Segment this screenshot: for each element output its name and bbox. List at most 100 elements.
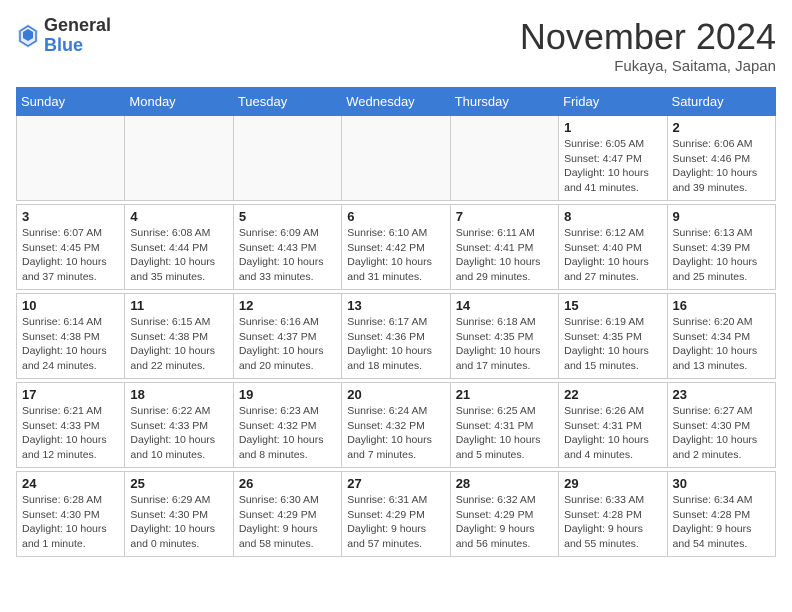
day-number: 16: [673, 298, 770, 313]
logo-blue-text: Blue: [44, 36, 111, 56]
day-number: 6: [347, 209, 444, 224]
calendar-week-5: 24 Sunrise: 6:28 AM Sunset: 4:30 PM Dayli…: [17, 472, 776, 557]
day-info: Sunrise: 6:14 AM Sunset: 4:38 PM Dayligh…: [22, 315, 119, 374]
calendar-week-2: 3 Sunrise: 6:07 AM Sunset: 4:45 PM Daylig…: [17, 205, 776, 290]
day-info: Sunrise: 6:12 AM Sunset: 4:40 PM Dayligh…: [564, 226, 661, 285]
calendar-cell: 13 Sunrise: 6:17 AM Sunset: 4:36 PM Dayli…: [342, 294, 450, 379]
day-number: 1: [564, 120, 661, 135]
logo-icon: [16, 22, 40, 50]
day-number: 18: [130, 387, 227, 402]
calendar-cell: 11Sunrise: 6:15 AM Sunset: 4:38 PM Dayli…: [125, 294, 233, 379]
day-info: Sunrise: 6:33 AM Sunset: 4:28 PM Dayligh…: [564, 493, 661, 552]
day-info: Sunrise: 6:20 AM Sunset: 4:34 PM Dayligh…: [673, 315, 770, 374]
day-info: Sunrise: 6:15 AM Sunset: 4:38 PM Dayligh…: [130, 315, 227, 374]
day-info: Sunrise: 6:28 AM Sunset: 4:30 PM Dayligh…: [22, 493, 119, 552]
location: Fukaya, Saitama, Japan: [520, 58, 776, 75]
day-info: Sunrise: 6:21 AM Sunset: 4:33 PM Dayligh…: [22, 404, 119, 463]
day-number: 4: [130, 209, 227, 224]
calendar-cell: 29 Sunrise: 6:33 AM Sunset: 4:28 PM Dayli…: [559, 472, 667, 557]
calendar-cell: 6Sunrise: 6:10 AM Sunset: 4:42 PM Daylig…: [342, 205, 450, 290]
calendar-week-1: 1 Sunrise: 6:05 AM Sunset: 4:47 PM Daylig…: [17, 116, 776, 201]
day-number: 2: [673, 120, 770, 135]
day-number: 9: [673, 209, 770, 224]
day-number: 26: [239, 476, 336, 491]
calendar-cell: 24 Sunrise: 6:28 AM Sunset: 4:30 PM Dayli…: [17, 472, 125, 557]
logo: General Blue: [16, 16, 111, 56]
calendar-cell: 12 Sunrise: 6:16 AM Sunset: 4:37 PM Dayli…: [233, 294, 341, 379]
logo-text: General Blue: [44, 16, 111, 56]
day-info: Sunrise: 6:16 AM Sunset: 4:37 PM Dayligh…: [239, 315, 336, 374]
calendar-cell: 16 Sunrise: 6:20 AM Sunset: 4:34 PM Dayli…: [667, 294, 775, 379]
page-header: General Blue November 2024 Fukaya, Saita…: [16, 16, 776, 75]
day-number: 23: [673, 387, 770, 402]
day-number: 25: [130, 476, 227, 491]
calendar-table: SundayMondayTuesdayWednesdayThursdayFrid…: [16, 87, 776, 557]
day-number: 14: [456, 298, 553, 313]
calendar-cell: 15Sunrise: 6:19 AM Sunset: 4:35 PM Dayli…: [559, 294, 667, 379]
calendar-cell: 4Sunrise: 6:08 AM Sunset: 4:44 PM Daylig…: [125, 205, 233, 290]
calendar-cell: [125, 116, 233, 201]
day-number: 3: [22, 209, 119, 224]
day-info: Sunrise: 6:23 AM Sunset: 4:32 PM Dayligh…: [239, 404, 336, 463]
calendar-cell: [233, 116, 341, 201]
calendar-cell: 20 Sunrise: 6:24 AM Sunset: 4:32 PM Dayli…: [342, 383, 450, 468]
calendar-cell: 28 Sunrise: 6:32 AM Sunset: 4:29 PM Dayli…: [450, 472, 558, 557]
calendar-cell: 9 Sunrise: 6:13 AM Sunset: 4:39 PM Daylig…: [667, 205, 775, 290]
weekday-header-saturday: Saturday: [667, 88, 775, 116]
weekday-header-sunday: Sunday: [17, 88, 125, 116]
day-number: 21: [456, 387, 553, 402]
calendar-cell: 18 Sunrise: 6:22 AM Sunset: 4:33 PM Dayli…: [125, 383, 233, 468]
day-info: Sunrise: 6:07 AM Sunset: 4:45 PM Dayligh…: [22, 226, 119, 285]
day-number: 19: [239, 387, 336, 402]
title-block: November 2024 Fukaya, Saitama, Japan: [520, 16, 776, 75]
calendar-week-4: 17 Sunrise: 6:21 AM Sunset: 4:33 PM Dayli…: [17, 383, 776, 468]
day-info: Sunrise: 6:06 AM Sunset: 4:46 PM Dayligh…: [673, 137, 770, 196]
day-info: Sunrise: 6:05 AM Sunset: 4:47 PM Dayligh…: [564, 137, 661, 196]
day-info: Sunrise: 6:09 AM Sunset: 4:43 PM Dayligh…: [239, 226, 336, 285]
calendar-cell: 8 Sunrise: 6:12 AM Sunset: 4:40 PM Daylig…: [559, 205, 667, 290]
day-number: 12: [239, 298, 336, 313]
calendar-cell: [342, 116, 450, 201]
day-number: 24: [22, 476, 119, 491]
calendar-cell: 22Sunrise: 6:26 AM Sunset: 4:31 PM Dayli…: [559, 383, 667, 468]
day-info: Sunrise: 6:32 AM Sunset: 4:29 PM Dayligh…: [456, 493, 553, 552]
day-number: 10: [22, 298, 119, 313]
day-number: 17: [22, 387, 119, 402]
weekday-header-thursday: Thursday: [450, 88, 558, 116]
calendar-cell: 26Sunrise: 6:30 AM Sunset: 4:29 PM Dayli…: [233, 472, 341, 557]
calendar-cell: 3 Sunrise: 6:07 AM Sunset: 4:45 PM Daylig…: [17, 205, 125, 290]
day-number: 13: [347, 298, 444, 313]
logo-general-text: General: [44, 16, 111, 36]
weekday-header-wednesday: Wednesday: [342, 88, 450, 116]
day-info: Sunrise: 6:27 AM Sunset: 4:30 PM Dayligh…: [673, 404, 770, 463]
day-info: Sunrise: 6:29 AM Sunset: 4:30 PM Dayligh…: [130, 493, 227, 552]
calendar-cell: 5Sunrise: 6:09 AM Sunset: 4:43 PM Daylig…: [233, 205, 341, 290]
day-number: 8: [564, 209, 661, 224]
day-info: Sunrise: 6:17 AM Sunset: 4:36 PM Dayligh…: [347, 315, 444, 374]
weekday-header-friday: Friday: [559, 88, 667, 116]
day-number: 28: [456, 476, 553, 491]
day-info: Sunrise: 6:13 AM Sunset: 4:39 PM Dayligh…: [673, 226, 770, 285]
weekday-header-row: SundayMondayTuesdayWednesdayThursdayFrid…: [17, 88, 776, 116]
calendar-week-3: 10 Sunrise: 6:14 AM Sunset: 4:38 PM Dayli…: [17, 294, 776, 379]
day-info: Sunrise: 6:11 AM Sunset: 4:41 PM Dayligh…: [456, 226, 553, 285]
day-number: 29: [564, 476, 661, 491]
calendar-cell: [17, 116, 125, 201]
day-info: Sunrise: 6:19 AM Sunset: 4:35 PM Dayligh…: [564, 315, 661, 374]
day-number: 7: [456, 209, 553, 224]
calendar-cell: 30Sunrise: 6:34 AM Sunset: 4:28 PM Dayli…: [667, 472, 775, 557]
calendar-cell: 21Sunrise: 6:25 AM Sunset: 4:31 PM Dayli…: [450, 383, 558, 468]
day-info: Sunrise: 6:24 AM Sunset: 4:32 PM Dayligh…: [347, 404, 444, 463]
day-info: Sunrise: 6:31 AM Sunset: 4:29 PM Dayligh…: [347, 493, 444, 552]
day-info: Sunrise: 6:18 AM Sunset: 4:35 PM Dayligh…: [456, 315, 553, 374]
calendar-cell: 10 Sunrise: 6:14 AM Sunset: 4:38 PM Dayli…: [17, 294, 125, 379]
day-number: 20: [347, 387, 444, 402]
day-info: Sunrise: 6:22 AM Sunset: 4:33 PM Dayligh…: [130, 404, 227, 463]
calendar-cell: 19 Sunrise: 6:23 AM Sunset: 4:32 PM Dayli…: [233, 383, 341, 468]
calendar-cell: 14 Sunrise: 6:18 AM Sunset: 4:35 PM Dayli…: [450, 294, 558, 379]
weekday-header-monday: Monday: [125, 88, 233, 116]
day-info: Sunrise: 6:26 AM Sunset: 4:31 PM Dayligh…: [564, 404, 661, 463]
weekday-header-tuesday: Tuesday: [233, 88, 341, 116]
calendar-cell: 7 Sunrise: 6:11 AM Sunset: 4:41 PM Daylig…: [450, 205, 558, 290]
day-number: 30: [673, 476, 770, 491]
